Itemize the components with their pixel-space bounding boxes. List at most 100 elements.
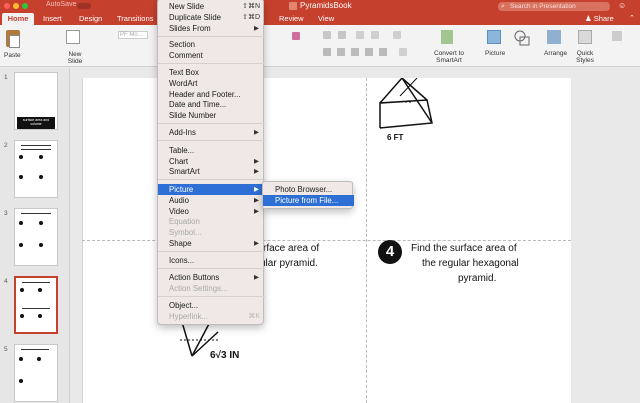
chevron-up-icon[interactable]: ⌃ — [629, 14, 635, 22]
menu-item-shape[interactable]: Shape ▶ — [158, 238, 265, 249]
shapes-icon[interactable] — [514, 30, 530, 46]
menu-item-label: Date and Time... — [169, 100, 227, 109]
menu-item-action-buttons[interactable]: Action Buttons ▶ — [158, 272, 265, 283]
menu-item-label: Audio — [169, 196, 189, 205]
font-name-box[interactable]: PF Mo... — [118, 31, 148, 39]
menu-item-icons[interactable]: Icons... — [158, 255, 265, 266]
tab-review[interactable]: Review — [279, 14, 304, 23]
submenu-arrow-icon: ▶ — [254, 186, 259, 193]
menu-item-label: Action Buttons — [169, 273, 220, 282]
powerpoint-document-icon — [289, 2, 297, 10]
menu-separator — [158, 63, 265, 64]
menu-item-label: Picture — [169, 185, 194, 194]
problem-3-text[interactable]: ular pyramid. — [260, 257, 318, 270]
menu-item-label: Header and Footer... — [169, 90, 241, 99]
problem-4-text[interactable]: the regular hexagonal — [422, 257, 519, 270]
zoom-window-button[interactable] — [22, 3, 28, 9]
submenu-arrow-icon: ▶ — [254, 25, 259, 32]
convert-smartart-icon[interactable] — [441, 30, 453, 44]
minimize-window-button[interactable] — [13, 3, 19, 9]
menu-item-date-time[interactable]: Date and Time... — [158, 99, 265, 110]
smiley-icon[interactable]: ☺ — [618, 1, 626, 10]
menu-item-photo-browser[interactable]: Photo Browser... — [263, 184, 354, 195]
menu-item-section[interactable]: Section — [158, 39, 265, 50]
menu-item-add-ins[interactable]: Add-Ins ▶ — [158, 127, 265, 138]
menu-item-label: Equation — [169, 217, 200, 226]
menu-item-new-slide[interactable]: New Slide ⇧⌘N — [158, 1, 265, 12]
arrange-icon[interactable] — [547, 30, 561, 44]
menu-item-slide-number[interactable]: Slide Number — [158, 110, 265, 121]
submenu-arrow-icon: ▶ — [254, 197, 259, 204]
ribbon: Paste New Slide PF Mo... Convert to Smar… — [0, 25, 640, 67]
menu-item-comment[interactable]: Comment — [158, 50, 265, 61]
alignment-icons[interactable] — [323, 48, 393, 56]
paste-label: Paste — [4, 52, 21, 59]
menu-separator — [158, 36, 265, 37]
bullets-icon[interactable] — [323, 31, 331, 39]
paste-icon[interactable] — [6, 30, 20, 48]
menu-item-picture-from-file[interactable]: Picture from File... — [263, 195, 354, 206]
slide-thumbnail-2[interactable] — [14, 140, 58, 198]
menu-item-label: Icons... — [169, 256, 195, 265]
slide-thumbnail-1[interactable]: surface area and volume — [14, 72, 58, 130]
menu-separator — [158, 140, 265, 141]
menu-separator — [158, 268, 265, 269]
slide-thumbnail-pane: 1 surface area and volume 2 3 4 5 — [0, 68, 70, 403]
tab-insert[interactable]: Insert — [43, 14, 62, 23]
autosave-toggle[interactable] — [77, 3, 91, 9]
tab-transitions[interactable]: Transitions — [117, 14, 153, 23]
convert-smartart-label: Convert to SmartArt — [434, 50, 464, 64]
menu-item-object[interactable]: Object... — [158, 300, 265, 311]
text-direction-icon[interactable] — [399, 48, 407, 56]
slide-thumbnail-4[interactable] — [14, 276, 58, 334]
close-window-button[interactable] — [4, 3, 10, 9]
thumbnail-number: 4 — [4, 278, 8, 285]
ribbon-tab-bar: Home Insert Design Transitions Review Vi… — [0, 12, 640, 25]
menu-item-slides-from[interactable]: Slides From ▶ — [158, 23, 265, 34]
menu-item-table[interactable]: Table... — [158, 145, 265, 156]
menu-item-text-box[interactable]: Text Box — [158, 67, 265, 78]
menu-item-label: Add-Ins — [169, 128, 196, 137]
menu-item-label: Object... — [169, 301, 199, 310]
menu-item-hyperlink: Hyperlink... ⌘K — [158, 311, 265, 322]
new-slide-icon[interactable] — [66, 30, 80, 44]
menu-item-label: Shape — [169, 239, 192, 248]
line-spacing-icon[interactable] — [393, 31, 401, 39]
menu-item-wordart[interactable]: WordArt — [158, 78, 265, 89]
menu-item-label: Chart — [169, 157, 189, 166]
share-button[interactable]: ♟ Share — [585, 14, 614, 23]
problem-4-text[interactable]: Find the surface area of — [411, 242, 517, 255]
arrange-label: Arrange — [544, 50, 568, 57]
increase-indent-icon[interactable] — [371, 31, 379, 39]
problem-4-text[interactable]: pyramid. — [458, 272, 496, 285]
tab-design[interactable]: Design — [79, 14, 102, 23]
numbering-icon[interactable] — [338, 31, 346, 39]
tab-view[interactable]: View — [318, 14, 334, 23]
menu-separator — [158, 179, 265, 180]
menu-item-picture[interactable]: Picture ▶ — [158, 184, 265, 195]
magnifier-icon: ⌕ — [501, 3, 505, 10]
menu-item-audio[interactable]: Audio ▶ — [158, 195, 265, 206]
menu-item-smartart[interactable]: SmartArt ▶ — [158, 166, 265, 177]
share-label: Share — [593, 14, 614, 23]
slide-thumbnail-3[interactable] — [14, 208, 58, 266]
title-bar: AutoSave PyramidsBook ⌕ Search in Presen… — [0, 0, 640, 12]
problem-3-text[interactable]: rface area of — [263, 242, 319, 255]
menu-shortcut: ⇧⌘D — [242, 14, 260, 21]
submenu-arrow-icon: ▶ — [254, 274, 259, 281]
insert-menu: New Slide ⇧⌘N Duplicate Slide ⇧⌘D Slides F… — [157, 0, 265, 325]
clear-formatting-icon[interactable] — [292, 32, 300, 40]
tab-home[interactable]: Home — [2, 13, 34, 25]
shape-fill-icon[interactable] — [612, 31, 622, 41]
picture-icon[interactable] — [487, 30, 501, 44]
menu-item-label: Action Settings... — [169, 284, 228, 293]
slide-thumbnail-5[interactable] — [14, 344, 58, 402]
search-input[interactable]: ⌕ Search in Presentation — [498, 2, 610, 11]
menu-item-duplicate-slide[interactable]: Duplicate Slide ⇧⌘D — [158, 12, 265, 23]
submenu-arrow-icon: ▶ — [254, 168, 259, 175]
menu-item-label: SmartArt — [169, 167, 200, 176]
menu-shortcut: ⌘K — [248, 313, 260, 320]
menu-item-action-settings: Action Settings... — [158, 283, 265, 294]
decrease-indent-icon[interactable] — [356, 31, 364, 39]
quick-styles-icon[interactable] — [578, 30, 592, 44]
